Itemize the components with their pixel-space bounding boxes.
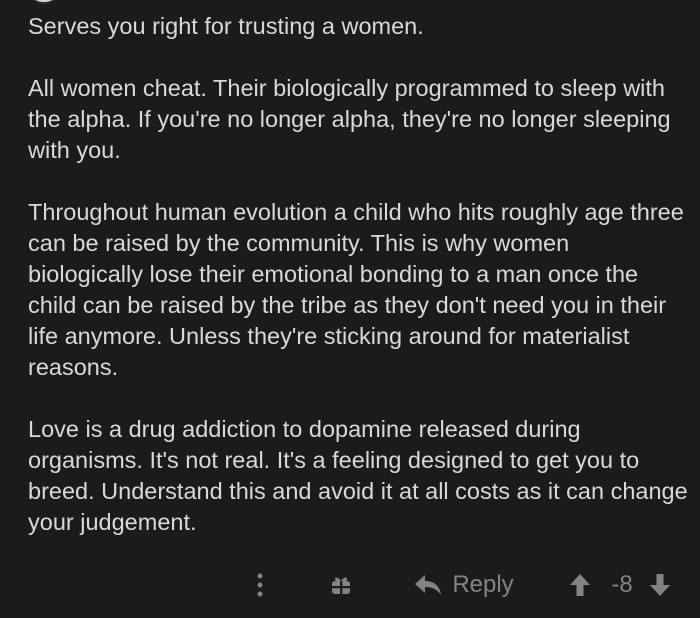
downvote-button[interactable] bbox=[646, 566, 674, 604]
gift-icon bbox=[329, 573, 353, 597]
comment-body: Serves you right for trusting a women. A… bbox=[28, 11, 688, 569]
vertical-ellipsis-icon bbox=[257, 573, 263, 597]
more-options-button[interactable] bbox=[248, 566, 272, 604]
comment-paragraph: Throughout human evolution a child who h… bbox=[28, 199, 684, 380]
reply-button[interactable]: Reply bbox=[408, 566, 520, 604]
reply-label: Reply bbox=[452, 571, 514, 598]
reply-arrow-icon bbox=[414, 574, 442, 596]
upvote-button[interactable] bbox=[566, 566, 594, 604]
vote-score: -8 bbox=[611, 571, 633, 598]
comment-action-bar: Reply -8 bbox=[0, 566, 700, 606]
comment-paragraph: All women cheat. Their biologically prog… bbox=[28, 75, 671, 163]
arrow-up-icon bbox=[569, 573, 591, 597]
give-award-button[interactable] bbox=[326, 566, 356, 604]
avatar[interactable] bbox=[30, 0, 58, 4]
comment-paragraph: Serves you right for trusting a women. bbox=[28, 13, 424, 39]
arrow-down-icon bbox=[649, 573, 671, 597]
comment-paragraph: Love is a drug addiction to dopamine rel… bbox=[28, 416, 688, 535]
